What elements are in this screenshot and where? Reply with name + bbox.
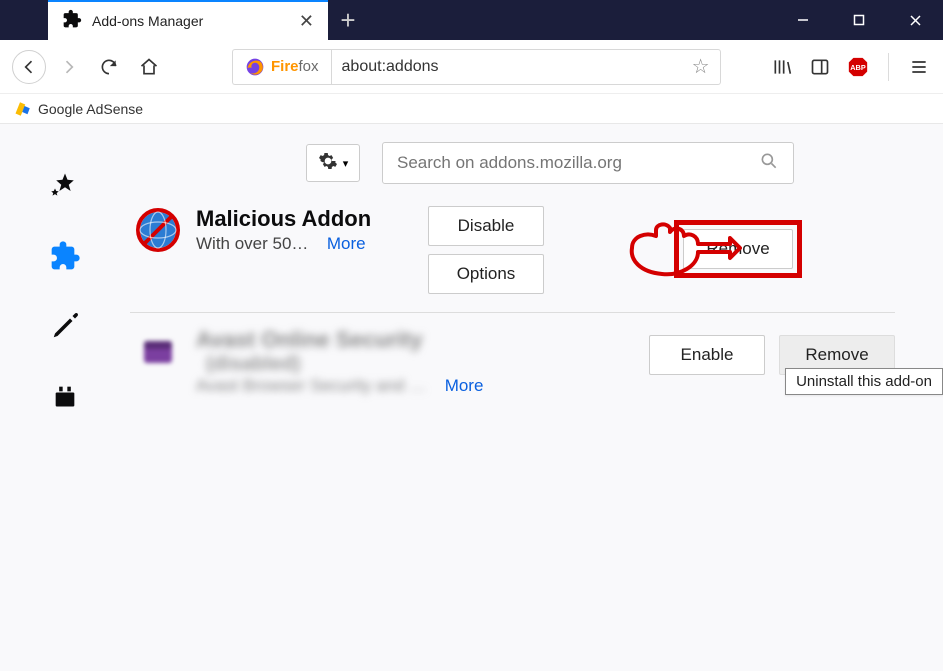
- chevron-down-icon: ▾: [343, 157, 349, 170]
- search-icon[interactable]: [759, 151, 779, 176]
- addon-name: Malicious Addon: [196, 206, 406, 232]
- category-plugins[interactable]: [47, 378, 83, 414]
- category-extensions[interactable]: [47, 238, 83, 274]
- identity-box[interactable]: Firefox: [232, 49, 331, 85]
- enable-button[interactable]: Enable: [649, 335, 765, 375]
- addon-more-link[interactable]: More: [445, 376, 484, 395]
- toolbar-divider: [888, 53, 889, 81]
- addon-icon: [136, 208, 180, 252]
- puzzle-icon: [62, 9, 82, 34]
- disabled-tag: (disabled): [206, 353, 300, 375]
- bookmark-adsense[interactable]: Google AdSense: [14, 100, 143, 118]
- abp-icon[interactable]: ABP: [846, 55, 870, 79]
- remove-button[interactable]: Remove: [683, 229, 793, 269]
- tools-menu-button[interactable]: ▾: [306, 144, 360, 182]
- category-recommendations[interactable]: [47, 168, 83, 204]
- close-window-button[interactable]: [887, 0, 943, 40]
- remove-highlight-box: Remove: [674, 220, 802, 278]
- firefox-icon: [245, 57, 265, 77]
- sidebar-icon[interactable]: [808, 55, 832, 79]
- disable-button[interactable]: Disable: [428, 206, 544, 246]
- library-icon[interactable]: [770, 55, 794, 79]
- bookmarks-bar: Google AdSense: [0, 94, 943, 124]
- tooltip: Uninstall this add-on: [785, 368, 943, 395]
- hamburger-menu-icon[interactable]: [907, 55, 931, 79]
- addons-main: ▾ Malicious Addon With over 50… More: [130, 124, 943, 671]
- tab-title: Add-ons Manager: [92, 13, 203, 29]
- maximize-button[interactable]: [831, 0, 887, 40]
- nav-toolbar: Firefox ☆ ABP: [0, 40, 943, 94]
- addon-description: Avast Browser Security and …: [196, 376, 426, 395]
- url-bar[interactable]: ☆: [331, 49, 721, 85]
- addon-name: Avast Online Security: [196, 327, 423, 352]
- identity-suffix: fox: [299, 58, 319, 75]
- forward-button[interactable]: [52, 50, 86, 84]
- new-tab-button[interactable]: +: [328, 0, 368, 40]
- identity-prefix: Fire: [271, 58, 299, 75]
- category-sidebar: [0, 124, 130, 671]
- reload-button[interactable]: [92, 50, 126, 84]
- addons-search-input[interactable]: [397, 153, 759, 173]
- addons-search[interactable]: [382, 142, 794, 184]
- addons-manager-content: ▾ Malicious Addon With over 50… More: [0, 124, 943, 671]
- svg-text:ABP: ABP: [850, 62, 866, 71]
- addon-description: With over 50…: [196, 234, 308, 253]
- addon-more-link[interactable]: More: [327, 234, 366, 253]
- addon-list: Malicious Addon With over 50… More Disab…: [130, 192, 895, 414]
- titlebar: Add-ons Manager ✕ +: [0, 0, 943, 40]
- url-input[interactable]: [342, 58, 692, 76]
- home-button[interactable]: [132, 50, 166, 84]
- back-button[interactable]: [12, 50, 46, 84]
- minimize-button[interactable]: [775, 0, 831, 40]
- addon-row: Avast Online Security (disabled) Avast B…: [130, 313, 895, 414]
- bookmark-label: Google AdSense: [38, 101, 143, 117]
- addon-icon: [136, 329, 180, 373]
- bookmark-star-icon[interactable]: ☆: [692, 54, 710, 79]
- gear-icon: [318, 151, 338, 176]
- category-themes[interactable]: [47, 308, 83, 344]
- window-controls: [775, 0, 943, 40]
- adsense-icon: [14, 100, 32, 118]
- close-tab-icon[interactable]: ✕: [295, 11, 318, 32]
- browser-tab[interactable]: Add-ons Manager ✕: [48, 0, 328, 40]
- options-button[interactable]: Options: [428, 254, 544, 294]
- addon-row: Malicious Addon With over 50… More Disab…: [130, 192, 895, 313]
